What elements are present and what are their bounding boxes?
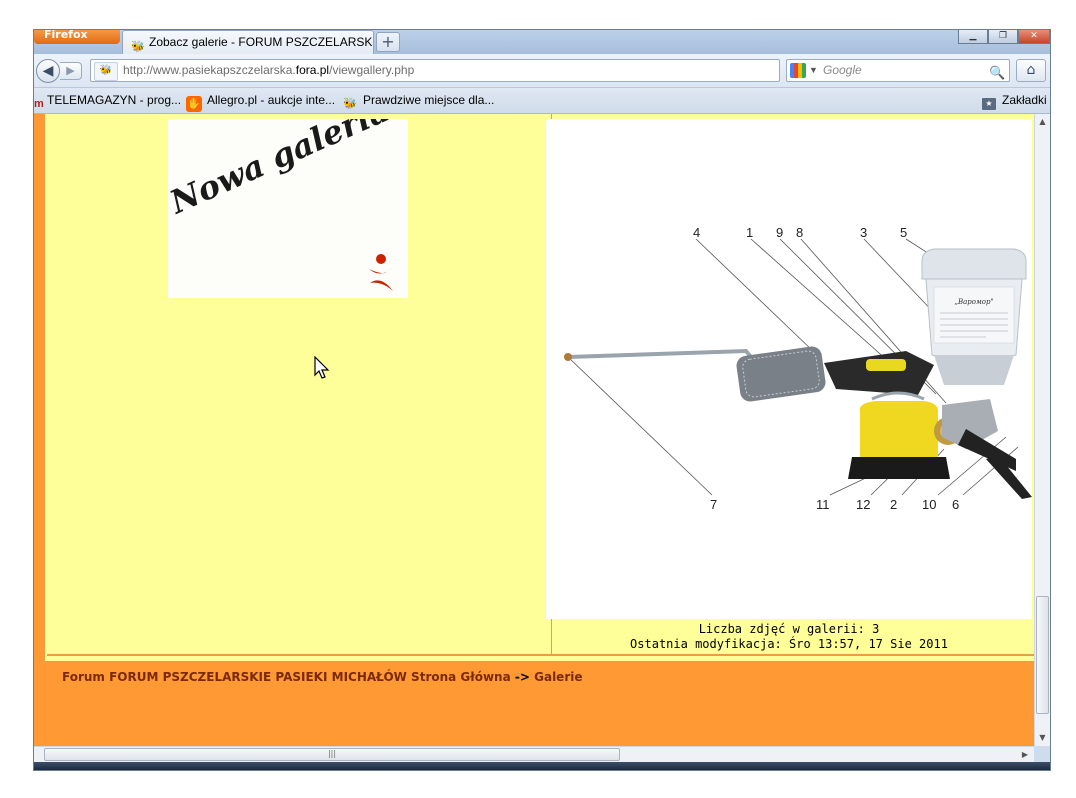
url-prefix: http://www.pasiekapszczelarska. — [123, 63, 296, 77]
gallery-info: Liczba zdjęć w galerii: 3 Ostatnia modyf… — [546, 622, 1032, 652]
diagram-label-top: 1 — [746, 225, 753, 240]
bookmarks-menu-label: Zakładki — [1002, 93, 1047, 107]
google-icon[interactable] — [790, 63, 806, 78]
search-icon[interactable]: 🔍 — [989, 62, 1005, 83]
photo-count: Liczba zdjęć w galerii: 3 — [698, 622, 880, 636]
bookmarks-toolbar: m TELEMAGAZYN - prog... ✋ Allegro.pl - auk… — [34, 88, 1050, 114]
diagram-label-bottom: 12 — [856, 497, 870, 512]
diagram-label-bottom: 7 — [710, 497, 717, 512]
new-tab-button[interactable]: + — [376, 32, 400, 52]
logo-icon — [369, 254, 393, 291]
gallery-preview-image[interactable]: „Варомор" 4 1 9 8 3 5 7 11 12 2 10 6 — [546, 119, 1032, 619]
bee-icon: 🐝 — [131, 41, 145, 53]
horizontal-scroll-thumb[interactable]: ||| — [44, 748, 620, 761]
close-button[interactable]: ✕ — [1018, 30, 1050, 44]
search-box[interactable]: ▼ Google 🔍 — [786, 59, 1010, 82]
search-engine-dropdown-icon[interactable]: ▼ — [809, 60, 818, 81]
maximize-button[interactable]: ❐ — [988, 30, 1018, 44]
bookmark-telemagazyn[interactable]: m TELEMAGAZYN - prog... — [34, 88, 181, 113]
bookmarks-menu-button[interactable]: ★ Zakładki — [982, 88, 1047, 113]
scroll-right-icon[interactable]: ▶ — [1018, 747, 1032, 762]
row-separator — [47, 654, 1034, 656]
minimize-button[interactable]: ▁ — [958, 30, 988, 44]
bookmark-label: Allegro.pl - aukcje inte... — [207, 93, 336, 107]
new-gallery-image[interactable]: Nowa galeria — [168, 119, 408, 298]
tele-icon: m — [34, 98, 44, 110]
allegro-icon: ✋ — [186, 96, 202, 112]
new-gallery-image-text: Nowa galeria — [168, 119, 395, 222]
tab-bar: Firefox 🐝 Zobacz galerie - FORUM PSZCZEL… — [34, 30, 1050, 54]
home-button[interactable]: ⌂ — [1016, 59, 1046, 82]
diagram-label-bottom: 11 — [816, 497, 830, 512]
page-content: Nowa galeria „Варомор" 4 1 9 8 3 5 7 11 … — [34, 114, 1034, 746]
bookmarks-icon: ★ — [982, 98, 996, 110]
bookmark-label: TELEMAGAZYN - prog... — [47, 93, 182, 107]
taskbar — [34, 762, 1050, 770]
vertical-scrollbar[interactable]: ▲ ▼ — [1034, 114, 1050, 746]
bookmark-allegro[interactable]: ✋ Allegro.pl - aukcje inte... — [186, 88, 335, 113]
diagram-label-bottom: 10 — [922, 497, 936, 512]
url-domain: fora.pl — [295, 63, 330, 77]
horizontal-scrollbar[interactable]: ||| ▶ — [34, 746, 1034, 762]
tab-current[interactable]: 🐝 Zobacz galerie - FORUM PSZCZELARSKI... — [122, 30, 374, 54]
galleries-link[interactable]: Galerie — [534, 670, 582, 684]
diagram-label-bottom: 2 — [890, 497, 897, 512]
breadcrumb: Forum FORUM PSZCZELARSKIE PASIEKI MICHAŁ… — [62, 670, 583, 684]
diagram-label-top: 8 — [796, 225, 803, 240]
breadcrumb-separator: -> — [514, 670, 530, 684]
diagram-label-bottom: 6 — [952, 497, 959, 512]
diagram-label-top: 5 — [900, 225, 907, 240]
back-button[interactable]: ◀ — [36, 59, 60, 83]
url-path: /viewgallery.php — [329, 63, 415, 77]
tab-title: Zobacz galerie - FORUM PSZCZELARSKI... — [149, 35, 374, 49]
site-identity-icon[interactable]: 🐝 — [94, 62, 118, 81]
forum-home-link[interactable]: Forum FORUM PSZCZELARSKIE PASIEKI MICHAŁ… — [62, 670, 511, 684]
diagram-label-top: 3 — [860, 225, 867, 240]
browser-window: Firefox 🐝 Zobacz galerie - FORUM PSZCZEL… — [34, 30, 1050, 770]
diagram-label-top: 4 — [693, 225, 700, 240]
bee-icon: 🐝 — [343, 98, 357, 110]
diagram-label-top: 9 — [776, 225, 783, 240]
fumigator-diagram: „Варомор" 4 1 9 8 3 5 7 11 12 2 10 6 — [564, 225, 1032, 512]
scroll-up-icon[interactable]: ▲ — [1035, 114, 1050, 130]
scroll-down-icon[interactable]: ▼ — [1035, 730, 1050, 746]
forward-button[interactable]: ▶ — [60, 62, 82, 80]
mouse-cursor-icon — [314, 356, 330, 379]
url-bar[interactable]: 🐝 http://www.pasiekapszczelarska.fora.pl… — [90, 59, 780, 82]
bookmark-label: Prawdziwe miejsce dla... — [363, 93, 495, 107]
bookmark-prawdziwe-miejsce[interactable]: 🐝 Prawdziwe miejsce dla... — [342, 88, 494, 113]
search-placeholder: Google — [823, 63, 862, 77]
last-modified: Ostatnia modyfikacja: Śro 13:57, 17 Sie … — [630, 637, 948, 651]
bottle-label: „Варомор" — [954, 298, 993, 306]
vertical-scroll-thumb[interactable] — [1036, 596, 1049, 714]
firefox-menu-button[interactable]: Firefox — [34, 30, 120, 44]
navigation-toolbar: ◀ ▶ 🐝 http://www.pasiekapszczelarska.for… — [34, 54, 1050, 88]
